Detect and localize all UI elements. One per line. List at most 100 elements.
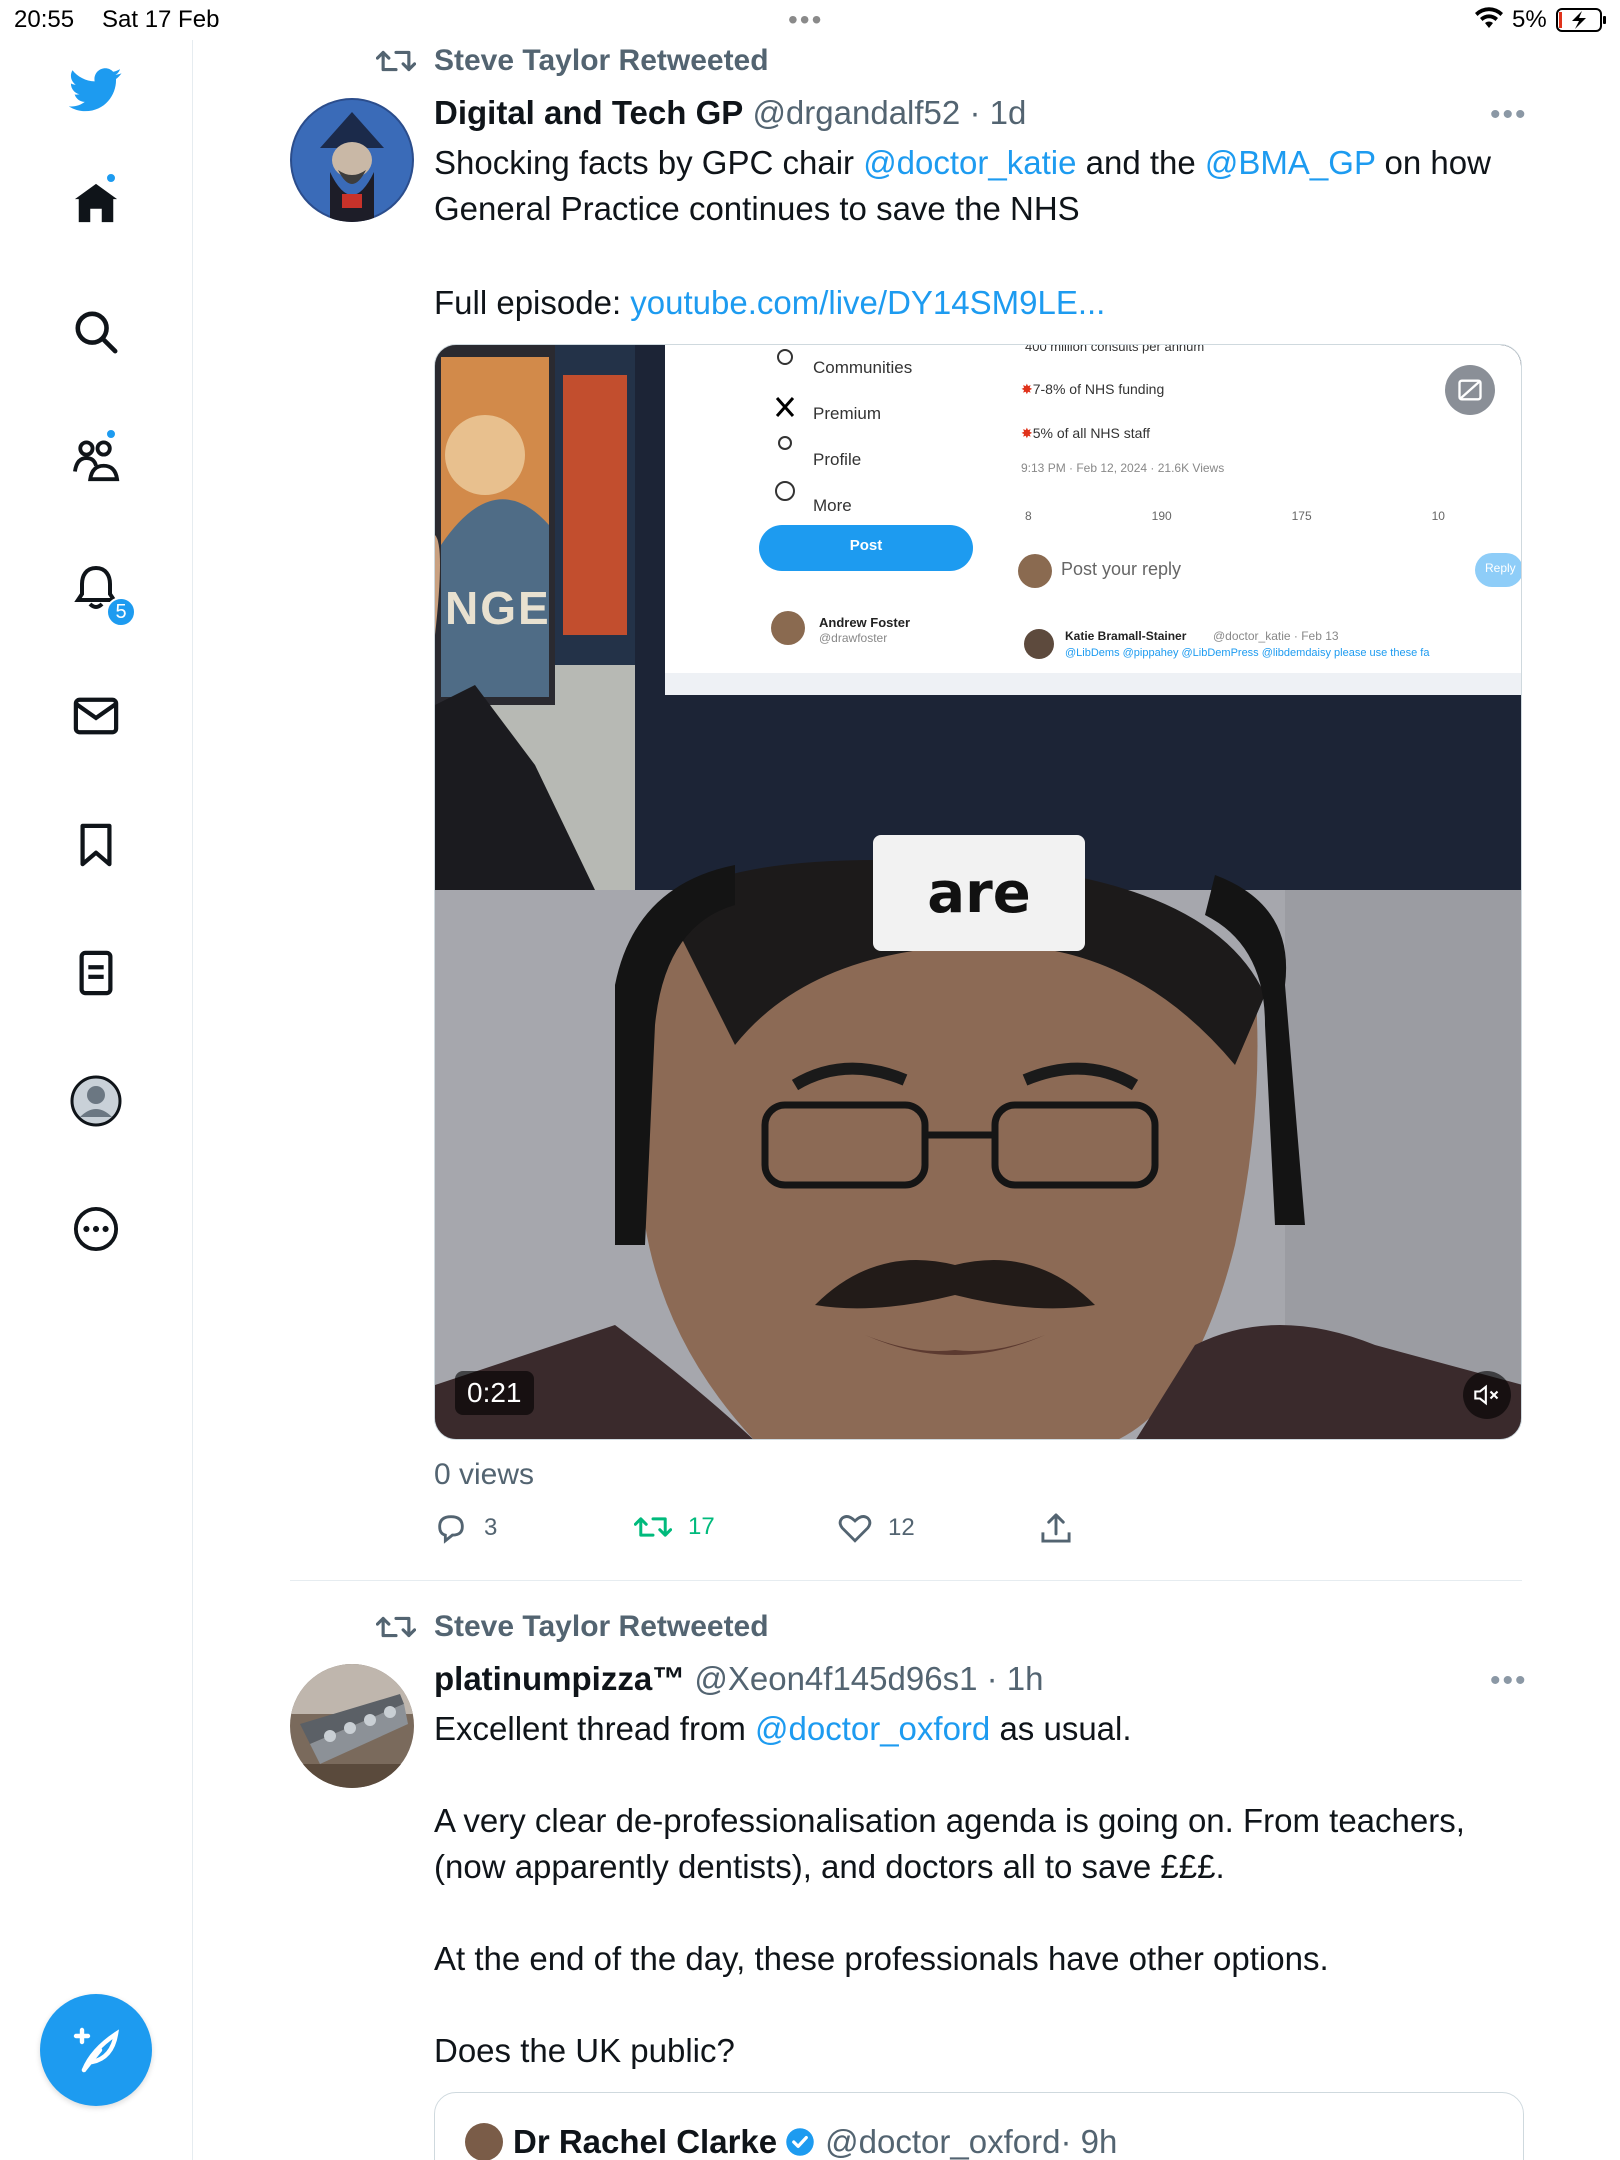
retweeted-by-label: Steve Taylor Retweeted [434, 44, 769, 77]
reply-button[interactable]: 3 [434, 1512, 497, 1544]
heart-icon [838, 1515, 872, 1543]
verified-badge-icon [786, 2128, 814, 2156]
bookmark-icon[interactable] [66, 815, 126, 875]
home-unread-dot [105, 172, 117, 184]
tweet-time[interactable]: · 1d [969, 94, 1026, 131]
tweet-text-part: Excellent thread from [434, 1710, 755, 1747]
compose-tweet-button[interactable] [40, 1994, 152, 2106]
screen-line-text: 7-8% of NHS funding [1032, 381, 1165, 397]
tweet-text: Shocking facts by GPC chair @doctor_kati… [434, 140, 1524, 232]
user-handle: @doctor_oxford [825, 2123, 1061, 2160]
communities-icon[interactable] [66, 430, 126, 490]
tweet-text-part: and the [1076, 144, 1205, 181]
screen-reply-text: @LibDems @pippahey @LibDemPress @libdemd… [1065, 647, 1430, 659]
retweet-button[interactable]: 17 [634, 1512, 715, 1542]
video-player[interactable]: Communities Premium Profile More Post An… [434, 344, 1522, 1440]
profile-avatar-icon[interactable] [66, 1071, 126, 1131]
search-icon[interactable] [66, 302, 126, 362]
reply-icon [438, 1515, 464, 1544]
screen-line-text: 5% of all NHS staff [1032, 425, 1150, 441]
status-bar: 20:55 Sat 17 Feb ••• 5% [0, 0, 1620, 40]
twitter-logo-icon[interactable] [66, 60, 126, 120]
tweet-divider [290, 1580, 1522, 1581]
status-time: 20:55 [14, 6, 75, 33]
multitasking-dots-icon[interactable]: ••• [788, 4, 823, 36]
screen-count: 175 [1291, 509, 1312, 523]
home-icon[interactable] [66, 173, 126, 233]
screen-replier: Katie Bramall-Stainer [1065, 629, 1187, 643]
screen-count: 190 [1151, 509, 1172, 523]
notifications-badge: 5 [106, 597, 136, 627]
tweet-time[interactable]: · 1h [987, 1660, 1044, 1697]
mention-link[interactable]: @doctor_katie [863, 144, 1076, 181]
url-link[interactable]: youtube.com/live/DY14SM9LE... [630, 284, 1105, 321]
screen-count: 8 [1025, 509, 1032, 523]
tweet-text: Excellent thread from @doctor_oxford as … [434, 1706, 1524, 1752]
mention-link[interactable]: @BMA_GP [1205, 144, 1375, 181]
retweet-icon [376, 50, 416, 72]
sidebar: 5 [0, 40, 193, 2160]
sensitive-media-toggle-icon[interactable] [1445, 365, 1495, 415]
quoted-tweet[interactable]: Dr Rachel Clarke @doctor_oxford · 9h [434, 2092, 1524, 2160]
screen-meta: 9:13 PM · Feb 12, 2024 · 21.6K Views [1021, 461, 1225, 475]
mute-toggle-button[interactable] [1463, 1371, 1511, 1419]
like-button[interactable]: 12 [838, 1512, 915, 1544]
tweet-text-part: as usual. [990, 1710, 1132, 1747]
video-screen-menu: Communities Premium Profile More [813, 345, 912, 529]
screen-replier-meta: @doctor_katie · Feb 13 [1213, 629, 1339, 643]
reply-count: 3 [484, 1514, 498, 1541]
speaker-muted-icon [1474, 1384, 1499, 1406]
retweet-context: Steve Taylor Retweeted [376, 44, 769, 78]
battery-charging-icon [1556, 8, 1606, 32]
status-date: Sat 17 Feb [102, 6, 220, 33]
tweet-text-link-line: Full episode: youtube.com/live/DY14SM9LE… [434, 280, 1524, 326]
video-caption: are [873, 835, 1085, 951]
display-name[interactable]: platinumpizza™ [434, 1660, 685, 1697]
screen-line: ✸5% of all NHS staff [1021, 425, 1150, 441]
tweet-text-part: Shocking facts by GPC chair [434, 144, 864, 181]
screen-count: 10 [1431, 509, 1445, 523]
poster-text: NGE [445, 582, 551, 634]
retweeted-by-label: Steve Taylor Retweeted [434, 1610, 769, 1643]
display-name: Dr Rachel Clarke [513, 2123, 778, 2160]
screen-user-handle: @drawfoster [819, 631, 888, 645]
user-handle[interactable]: @Xeon4f145d96s1 [694, 1660, 977, 1697]
wifi-icon [1475, 7, 1503, 28]
avatar[interactable] [290, 1664, 414, 1788]
lists-icon[interactable] [66, 943, 126, 1003]
retweet-count: 17 [688, 1513, 715, 1540]
quoted-tweet-header: Dr Rachel Clarke @doctor_oxford · 9h [465, 2123, 1117, 2160]
screen-menu-item: Profile [813, 450, 862, 469]
screen-reply-button: Reply [1485, 561, 1516, 575]
battery-percent: 5% [1512, 6, 1547, 33]
display-name[interactable]: Digital and Tech GP [434, 94, 743, 131]
screen-reply-placeholder: Post your reply [1061, 559, 1182, 579]
share-button[interactable] [1040, 1512, 1088, 1544]
user-handle[interactable]: @drgandalf52 [752, 94, 960, 131]
tweet-more-icon[interactable]: ••• [1490, 1664, 1528, 1698]
tweet-time: · 9h [1060, 2123, 1118, 2160]
screen-line: 400 million consults per annum [1025, 344, 1205, 354]
tweet-header: platinumpizza™ @Xeon4f145d96s1 · 1h [434, 1660, 1043, 1698]
screen-post-button: Post [849, 537, 883, 554]
communities-unread-dot [105, 428, 117, 440]
screen-menu-item: Communities [813, 358, 913, 377]
avatar[interactable] [290, 98, 414, 222]
more-options-icon[interactable] [66, 1199, 126, 1259]
retweet-context: Steve Taylor Retweeted [376, 1610, 769, 1644]
view-count: 0 views [434, 1458, 535, 1491]
retweet-icon [634, 1517, 672, 1537]
screen-counts: 8 190 175 10 [1025, 509, 1445, 523]
messages-envelope-icon[interactable] [66, 686, 126, 746]
video-timecode: 0:21 [455, 1371, 534, 1415]
screen-menu-item: Premium [813, 404, 882, 423]
tweet-text: Does the UK public? [434, 2032, 735, 2069]
tweet-header: Digital and Tech GP @drgandalf52 · 1d [434, 94, 1026, 132]
tweet-text-part: Full episode: [434, 284, 631, 321]
tweet-text: A very clear de-professionalisation agen… [434, 1802, 1465, 1885]
tweet-more-icon[interactable]: ••• [1490, 98, 1528, 132]
tweet-text: At the end of the day, these professiona… [434, 1940, 1329, 1977]
compose-feather-icon [73, 2027, 120, 2073]
retweet-icon [376, 1616, 416, 1638]
mention-link[interactable]: @doctor_oxford [755, 1710, 990, 1747]
